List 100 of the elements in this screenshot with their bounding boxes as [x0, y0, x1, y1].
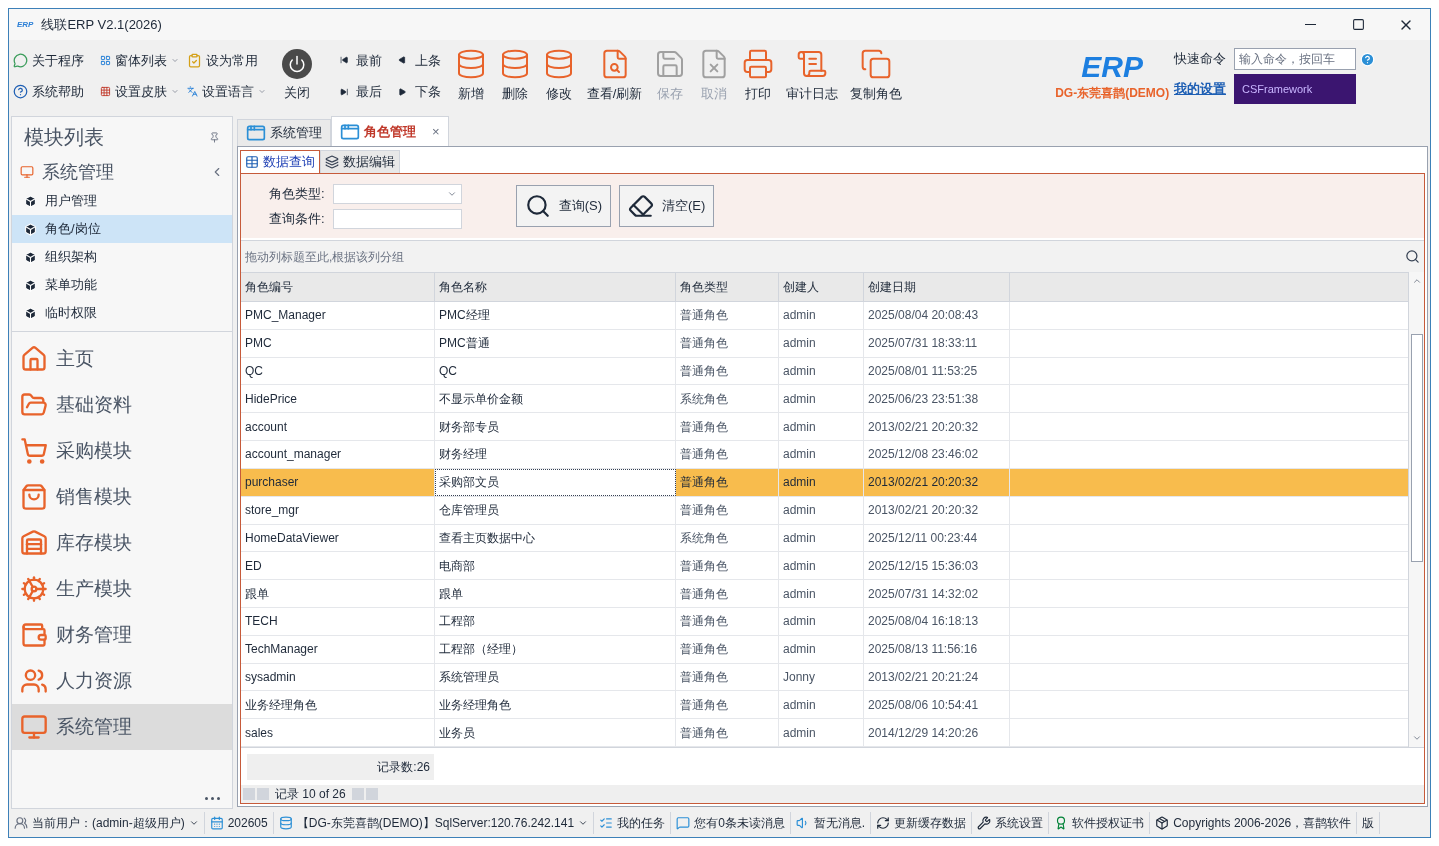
sidebar-item[interactable]: 角色/岗位 [12, 215, 232, 243]
command-field[interactable]: 输入命令，按回车 [1234, 48, 1356, 70]
table-cell: PMC_Manager [241, 302, 435, 329]
module-button[interactable]: 主页 [12, 336, 232, 382]
table-row[interactable]: sales 业务员 普通角色 admin 2014/12/29 14:20:26 [241, 719, 1408, 747]
table-row[interactable]: HidePrice 不显示单价金额 系统角色 admin 2025/06/23 23:51:38 [241, 385, 1408, 414]
status-item[interactable]: 当前用户：(admin-超级用户) [9, 812, 205, 834]
toolbar-button[interactable]: 修改 [536, 48, 581, 104]
table-row[interactable]: store_mgr 仓库管理员 普通角色 admin 2013/02/21 20:20:32 [241, 496, 1408, 525]
module-button[interactable]: 库存模块 [12, 520, 232, 566]
toolbar-command[interactable]: 关于程序 [13, 50, 92, 70]
column-header[interactable]: 角色名称 [435, 273, 676, 301]
toolbar-button[interactable]: 复制角色 [844, 48, 909, 104]
module-button[interactable]: 销售模块 [12, 474, 232, 520]
toolbar-button[interactable]: 查看/刷新 [580, 48, 649, 104]
table-row[interactable]: 业务经理角色 业务经理角色 普通角色 admin 2025/08/06 10:54:41 [241, 691, 1408, 720]
toolbar-button[interactable]: 删除 [492, 48, 537, 104]
table-cell: 采购部文员 [435, 468, 676, 496]
sidebar-item[interactable]: 临时权限 [12, 299, 232, 327]
status-item[interactable]: 您有0条未读消息 [671, 812, 791, 834]
status-item[interactable]: Copyrights 2006-2026，喜鹊软件 [1150, 812, 1358, 834]
table-row[interactable]: account 财务部专员 普通角色 admin 2013/02/21 20:20:32 [241, 413, 1408, 442]
table-row[interactable]: ED 电商部 普通角色 admin 2025/12/15 15:36:03 [241, 552, 1408, 581]
sidebar-item[interactable]: 菜单功能 [12, 271, 232, 299]
module-button[interactable]: 生产模块 [12, 566, 232, 612]
table-cell: admin [779, 496, 864, 524]
table-cell: 系统管理员 [435, 663, 676, 691]
table-row[interactable]: purchaser 采购部文员 普通角色 admin 2013/02/21 20:20:32 [241, 468, 1408, 497]
field-label: 角色类型: [269, 184, 325, 203]
status-item[interactable]: 暂无消息. [790, 812, 872, 834]
column-header[interactable]: 创建日期 [864, 273, 1010, 301]
next-icon [398, 86, 407, 97]
nav-button[interactable]: 最前 [339, 50, 383, 70]
vertical-scrollbar[interactable] [1408, 272, 1424, 747]
table-cell: 普通角色 [676, 607, 779, 635]
power-button[interactable]: 关闭 [277, 49, 316, 103]
more-icon[interactable] [205, 797, 220, 800]
document-tab[interactable]: 系统管理 [237, 119, 331, 146]
clear-button[interactable]: 清空(E) [618, 185, 715, 227]
query-button[interactable]: 查询(S) [515, 185, 611, 227]
sub-tab[interactable]: 数据编辑 [320, 150, 400, 173]
cube-icon [24, 222, 37, 236]
module-button[interactable]: 财务管理 [12, 612, 232, 658]
table-row[interactable]: PMC_Manager PMC经理 普通角色 admin 2025/08/04 20:08:43 [241, 302, 1408, 330]
tab-close[interactable]: × [432, 121, 440, 142]
toolbar-command[interactable]: 设置语言 [186, 82, 266, 102]
column-header[interactable]: 角色编号 [241, 273, 435, 301]
nav-button[interactable]: 下条 [398, 82, 441, 102]
previous-icon [398, 55, 407, 66]
sidebar-item[interactable]: 组织架构 [12, 243, 232, 271]
table-cell: 普通角色 [676, 552, 779, 580]
status-item[interactable]: 202605 [204, 812, 274, 834]
status-item[interactable]: 我的任务 [594, 812, 672, 834]
help-icon[interactable] [1360, 51, 1375, 67]
nav-button[interactable]: 上条 [398, 50, 441, 70]
search-icon[interactable] [1405, 249, 1420, 264]
status-item[interactable]: 【DG-东莞喜鹊(DEMO)】SqlServer:120.76.242.141 [273, 812, 595, 834]
toolbar-button[interactable]: 新增 [448, 48, 493, 104]
toolbar-command[interactable]: 设为常用 [186, 50, 266, 70]
group-hint: 拖动列标题至此,根据该列分组 [245, 248, 405, 266]
module-button[interactable]: 人力资源 [12, 658, 232, 704]
toolbar-button[interactable]: 打印 [736, 48, 781, 104]
table-row[interactable]: TechManager 工程部（经理） 普通角色 admin 2025/08/13 11:56:16 [241, 635, 1408, 664]
table-cell: 2013/02/21 20:21:24 [864, 663, 1010, 691]
table-row[interactable]: QC QC 普通角色 admin 2025/08/01 11:53:25 [241, 357, 1408, 386]
scroll-down-icon[interactable] [1411, 733, 1422, 743]
status-item[interactable]: 版 [1357, 812, 1381, 834]
table-row[interactable]: PMC PMC普通 普通角色 admin 2025/07/31 18:33:11 [241, 329, 1408, 358]
cube-icon [24, 278, 37, 292]
query-field[interactable] [332, 208, 462, 229]
module-button[interactable]: 系统管理 [12, 704, 232, 750]
table-row[interactable]: account_manager 财务经理 普通角色 admin 2025/12/08 23:46:02 [241, 441, 1408, 469]
module-button[interactable]: 采购模块 [12, 428, 232, 474]
status-item[interactable]: 系统设置 [972, 812, 1050, 834]
status-item[interactable]: 更新缓存数据 [871, 812, 973, 834]
toolbar-button[interactable]: 审计日志 [780, 48, 845, 104]
record-count: 记录数:26 [247, 753, 434, 780]
table-cell: store_mgr [241, 496, 435, 524]
module-group-header[interactable]: 系统管理 [12, 157, 232, 187]
column-header[interactable]: 创建人 [779, 273, 864, 301]
table-cell: admin [779, 357, 864, 385]
table-row[interactable]: 跟单 跟单 普通角色 admin 2025/07/31 14:32:02 [241, 580, 1408, 608]
pin-icon[interactable] [209, 131, 220, 143]
nav-button[interactable]: 最后 [339, 82, 383, 102]
table-row[interactable]: sysadmin 系统管理员 普通角色 Jonny 2013/02/21 20:21:24 [241, 663, 1408, 692]
column-header[interactable]: 角色类型 [676, 273, 779, 301]
role-type-dropdown[interactable] [332, 183, 462, 204]
toolbar-command[interactable]: 系统帮助 [13, 82, 92, 102]
my-settings-link[interactable]: 我的设置 [1174, 79, 1226, 99]
table-row[interactable]: HomeDataViewer 查看主页数据中心 系统角色 admin 2025/12/11 00:23:44 [241, 524, 1408, 553]
status-item[interactable]: 软件授权证书 [1049, 812, 1151, 834]
toolbar-command[interactable]: 窗体列表 [99, 50, 179, 70]
window-icon [246, 123, 266, 143]
document-tab[interactable]: 角色管理 × [331, 116, 449, 146]
module-button[interactable]: 基础资料 [12, 382, 232, 428]
scroll-up-icon[interactable] [1411, 276, 1422, 286]
table-row[interactable]: TECH 工程部 普通角色 admin 2025/08/04 16:18:13 [241, 607, 1408, 636]
toolbar-command[interactable]: 设置皮肤 [99, 82, 179, 102]
sidebar-item[interactable]: 用户管理 [12, 187, 232, 215]
sub-tab[interactable]: 数据查询 [240, 150, 320, 173]
